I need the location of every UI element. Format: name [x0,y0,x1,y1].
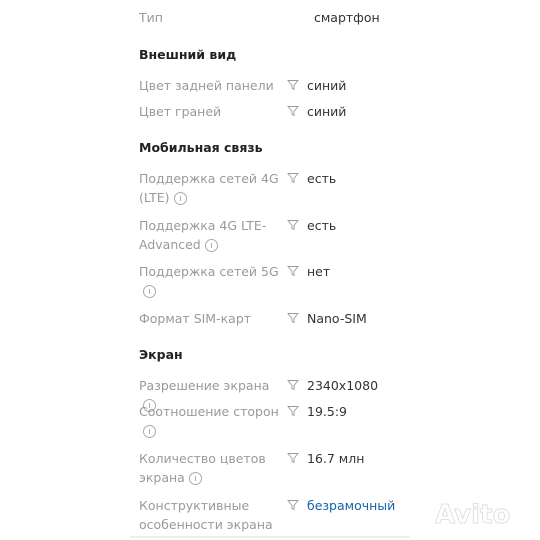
avito-watermark-logo: Avito [434,500,511,531]
section-title: Экран [139,347,183,362]
info-icon[interactable] [204,239,218,252]
info-icon[interactable] [188,472,202,485]
filter-icon[interactable] [287,499,299,511]
spec-label: Поддержка сетей 5G [139,262,279,300]
spec-value: 19.5:9 [307,404,347,419]
section-title: Мобильная связь [139,140,263,155]
section-title: Внешний вид [139,47,237,62]
spec-value: 2340x1080 [307,378,379,393]
info-icon[interactable] [143,425,156,438]
spec-label-text: Тип [139,10,163,25]
filter-icon[interactable] [287,379,299,391]
spec-label-text: Поддержка 4G LTE-Advanced [139,218,267,252]
spec-value: Nano-SIM [307,311,367,326]
spec-label: Конструктивные особенности экрана [139,496,279,534]
info-icon[interactable] [143,285,156,298]
spec-label-text: Формат SIM-карт [139,311,252,326]
filter-icon[interactable] [287,405,299,417]
info-icon[interactable] [173,192,187,205]
spec-label: Цвет граней [139,102,279,121]
filter-icon[interactable] [287,105,299,117]
spec-label-text: Поддержка сетей 5G [139,264,279,279]
spec-label: Поддержка 4G LTE-Advanced [139,216,279,254]
spec-label: Цвет задней панели [139,76,279,95]
filter-icon[interactable] [287,79,299,91]
spec-label: Поддержка сетей 4G (LTE) [139,169,279,207]
spec-label-text: Соотношение сторон [139,404,279,419]
divider [130,536,410,538]
spec-label: Соотношение сторон [139,402,279,440]
spec-label-text: Поддержка сетей 4G (LTE) [139,171,279,205]
spec-value: синий [307,104,347,119]
filter-icon[interactable] [287,452,299,464]
spec-value: нет [307,264,331,279]
spec-value: есть [307,171,337,186]
spec-label: Тип [139,8,289,27]
spec-label-text: Цвет задней панели [139,78,274,93]
spec-label-text: Количество цветов экрана [139,451,266,485]
spec-value: смартфон [314,10,380,25]
spec-label-text: Конструктивные особенности экрана [139,498,273,532]
spec-label: Количество цветов экрана [139,449,279,487]
spec-label: Формат SIM-карт [139,309,279,328]
spec-value: 16.7 млн [307,451,365,466]
spec-value: синий [307,78,347,93]
spec-label-text: Разрешение экрана [139,378,270,393]
filter-icon[interactable] [287,265,299,277]
spec-label-text: Цвет граней [139,104,222,119]
filter-icon[interactable] [287,219,299,231]
spec-value: есть [307,218,337,233]
filter-icon[interactable] [287,312,299,324]
filter-icon[interactable] [287,172,299,184]
spec-value-link[interactable]: безрамочный [307,496,395,515]
